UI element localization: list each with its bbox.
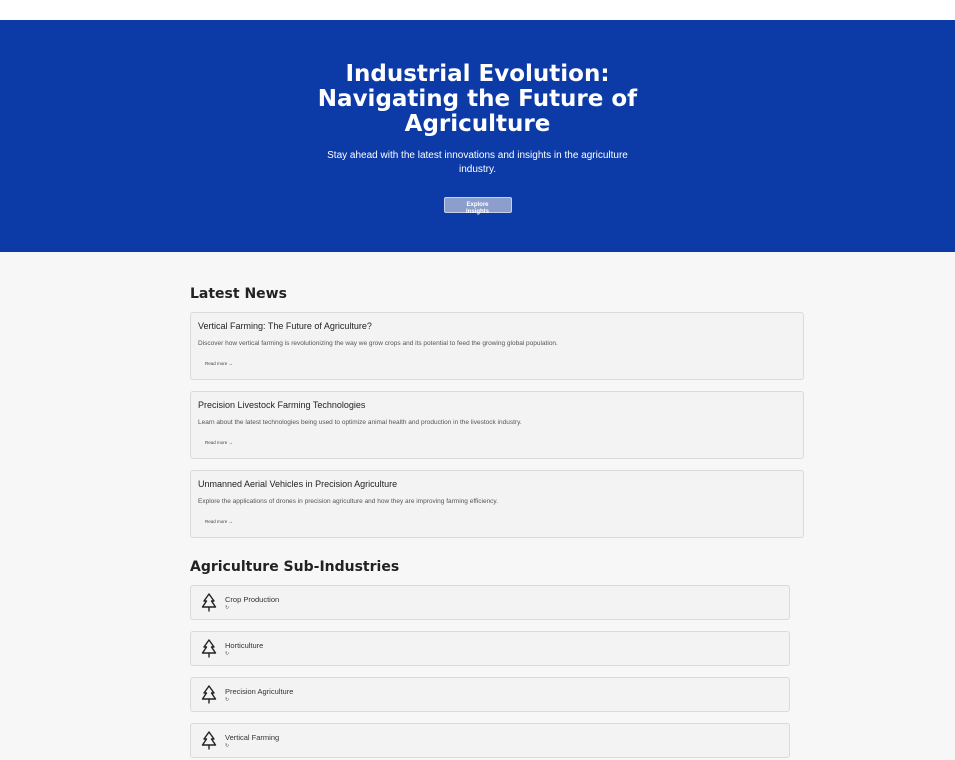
sub-industry-horticulture[interactable]: Horticulture ↻ xyxy=(190,631,790,666)
sub-industry-precision-agriculture[interactable]: Precision Agriculture ↻ xyxy=(190,677,790,712)
sub-industry-label: Horticulture xyxy=(225,640,264,650)
news-summary: Explore the applications of drones in pr… xyxy=(198,498,499,505)
news-card: Vertical Farming: The Future of Agricult… xyxy=(190,312,804,380)
news-card: Unmanned Aerial Vehicles in Precision Ag… xyxy=(190,470,804,538)
sub-industry-mini-icon: ↻ xyxy=(225,742,230,749)
top-bar xyxy=(0,0,955,20)
read-more-link[interactable]: Read more → xyxy=(205,519,796,524)
main-content: Latest News Vertical Farming: The Future… xyxy=(190,286,804,758)
hero-subtitle: Stay ahead with the latest innovations a… xyxy=(327,150,628,175)
hero-title: Industrial Evolution: Navigating the Fut… xyxy=(317,61,638,137)
news-summary: Discover how vertical farming is revolut… xyxy=(198,340,558,347)
sub-industry-crop-production[interactable]: Crop Production ↻ xyxy=(190,585,790,620)
news-title: Vertical Farming: The Future of Agricult… xyxy=(198,321,372,331)
sub-industry-mini-icon: ↻ xyxy=(225,604,230,611)
tree-icon xyxy=(201,684,217,703)
sub-industry-mini-icon: ↻ xyxy=(225,650,230,657)
latest-news-heading: Latest News xyxy=(190,286,287,302)
sub-industry-mini-icon: ↻ xyxy=(225,696,230,703)
hero-banner: Industrial Evolution: Navigating the Fut… xyxy=(0,20,955,252)
news-card: Precision Livestock Farming Technologies… xyxy=(190,391,804,459)
read-more-link[interactable]: Read more → xyxy=(205,440,796,445)
tree-icon xyxy=(201,592,217,611)
tree-icon xyxy=(201,730,217,749)
sub-industry-label: Precision Agriculture xyxy=(225,686,294,696)
tree-icon xyxy=(201,638,217,657)
sub-industry-label: Crop Production xyxy=(225,594,280,604)
sub-industries-heading: Agriculture Sub-Industries xyxy=(190,559,400,575)
read-more-link[interactable]: Read more → xyxy=(205,361,796,366)
news-title: Precision Livestock Farming Technologies xyxy=(198,400,366,410)
news-title: Unmanned Aerial Vehicles in Precision Ag… xyxy=(198,479,398,489)
news-summary: Learn about the latest technologies bein… xyxy=(198,419,522,426)
explore-insights-button[interactable]: Explore Insights xyxy=(443,197,512,215)
sub-industry-vertical-farming[interactable]: Vertical Farming ↻ xyxy=(190,723,790,758)
sub-industry-label: Vertical Farming xyxy=(225,732,280,742)
